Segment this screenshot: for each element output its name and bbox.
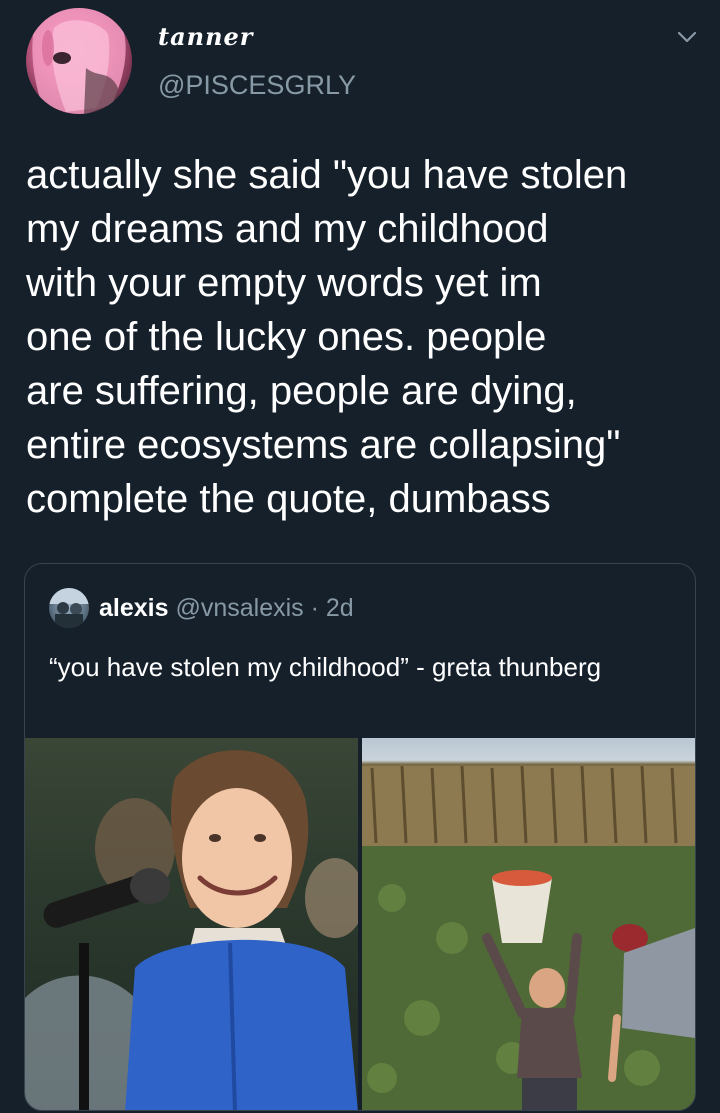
tweet-text: actually she said "you have stolen my dr…	[26, 153, 628, 521]
media-grid	[25, 738, 695, 1110]
quoted-profile-avatar[interactable]	[49, 588, 89, 628]
tweet[interactable]: tanner @PISCESGRLY actually she said "yo…	[0, 0, 720, 1113]
quoted-avatar-photo	[49, 588, 89, 628]
avatar-photo	[32, 8, 126, 114]
quoted-text: “you have stolen my childhood” - greta t…	[49, 652, 602, 682]
profile-avatar[interactable]	[26, 8, 132, 114]
user-handle[interactable]: @PISCESGRLY	[158, 70, 356, 101]
quoted-tweet[interactable]: alexis @vnsalexis · 2d “you have stolen …	[24, 563, 696, 1111]
separator-dot: ·	[310, 594, 319, 622]
chevron-down-icon[interactable]	[676, 26, 698, 48]
display-name[interactable]: tanner	[158, 22, 253, 51]
photo-child-laborer-in-field[interactable]	[362, 738, 695, 1110]
quoted-handle[interactable]: @vnsalexis	[175, 594, 303, 622]
quoted-timestamp[interactable]: 2d	[326, 594, 354, 622]
quoted-header: alexis @vnsalexis · 2d	[99, 594, 354, 623]
quoted-display-name[interactable]: alexis	[99, 594, 169, 622]
photo-girl-at-microphone[interactable]	[25, 738, 358, 1110]
